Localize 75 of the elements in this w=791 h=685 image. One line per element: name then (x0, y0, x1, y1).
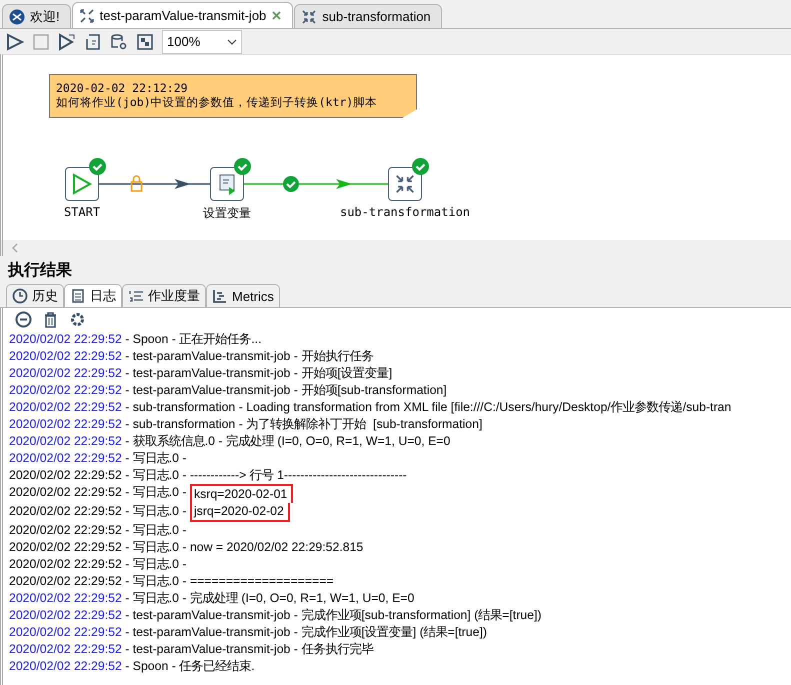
log-message: - test-paramValue-transmit-job - 任务执行完毕 (124, 641, 374, 658)
log-message: - test-paramValue-transmit-job - 开始项[设置变量] (124, 365, 392, 382)
editor-tab[interactable]: sub-transformation (294, 4, 442, 28)
panel-title: 执行结果 (6, 260, 73, 281)
log-timestamp: 2020/02/02 22:29:52 (9, 331, 122, 348)
log-timestamp: 2020/02/02 22:29:52 (9, 641, 122, 658)
run-icon[interactable] (6, 32, 24, 50)
layout-icon[interactable] (136, 32, 154, 50)
log-timestamp: 2020/02/02 22:29:52 (9, 416, 122, 433)
log-timestamp: 2020/02/02 22:29:52 (9, 484, 122, 501)
editor-tab[interactable]: 欢迎! (2, 4, 71, 28)
log-message: - 写日志.0 - 完成处理 (I=0, O=0, R=1, W=1, U=0, E=0 (124, 590, 414, 607)
log-timestamp: 2020/02/02 22:29:52 (9, 503, 122, 520)
play-icon (71, 173, 93, 195)
zoom-dropdown[interactable]: 100% (162, 30, 242, 54)
minus-circle-icon[interactable] (15, 311, 32, 328)
editor-tab[interactable]: test-paramValue-transmit-job (72, 2, 294, 28)
log-timestamp: 2020/02/02 22:29:52 (9, 365, 122, 382)
log-timestamp: 2020/02/02 22:29:52 (9, 607, 122, 624)
clock-icon (12, 288, 28, 304)
job-entry-node[interactable] (388, 167, 422, 201)
chevron-down-icon (227, 38, 237, 44)
log-timestamp: 2020/02/02 22:29:52 (9, 573, 122, 590)
log-timestamp: 2020/02/02 22:29:52 (9, 658, 122, 675)
highlighted-log-value: jsrq=2020-02-02 (190, 503, 290, 522)
log-timestamp: 2020/02/02 22:29:52 (9, 539, 122, 556)
database-search-icon[interactable] (110, 32, 128, 50)
log-message: - test-paramValue-transmit-job - 完成作业项[sub-transformation] (结果=[true]) (124, 607, 542, 624)
log-message: - 写日志.0 - now = 2020/02/02 22:29:52.815 (124, 539, 364, 556)
node-label: 设置变量 (203, 205, 251, 222)
log-timestamp: 2020/02/02 22:29:52 (9, 590, 122, 607)
close-icon[interactable] (271, 10, 282, 21)
numbered-list-icon (128, 288, 144, 304)
trash-icon[interactable] (42, 311, 59, 328)
log-timestamp: 2020/02/02 22:29:52 (9, 467, 122, 484)
log-message: - sub-transformation - 为了转换解除补丁开始 [sub-transformation] (124, 416, 482, 433)
log-message: - Spoon - 正在开始任务... (124, 331, 262, 348)
job-entry-node[interactable] (210, 167, 244, 201)
gantt-icon (212, 288, 228, 304)
log-timestamp: 2020/02/02 22:29:52 (9, 450, 122, 467)
log-message: - 写日志.0 - (124, 484, 188, 501)
script-icon[interactable] (84, 32, 102, 50)
log-message: - 写日志.0 - (124, 556, 187, 573)
log-message: - sub-transformation - Loading transformation from XML file [file:///C:/Users/hury/Desktop/作业参数传递/sub-tran (124, 399, 732, 416)
log-message: - 写日志.0 - (124, 503, 188, 520)
log-timestamp: 2020/02/02 22:29:52 (9, 433, 122, 450)
log-timestamp: 2020/02/02 22:29:52 (9, 382, 122, 399)
replay-icon[interactable] (58, 32, 76, 50)
results-tab[interactable]: 日志 (64, 284, 122, 307)
node-label: START (64, 205, 100, 219)
highlighted-log-value: ksrq=2020-02-01 (190, 484, 294, 503)
log-message: - 获取系统信息.0 - 完成处理 (I=0, O=0, R=1, W=1, U=0, E=0 (124, 433, 450, 450)
expand-arrows-icon (78, 8, 95, 24)
log-message: - test-paramValue-transmit-job - 完成作业项[设置变量] (结果=[true]) (124, 624, 487, 641)
log-message: - 写日志.0 - (124, 450, 187, 467)
results-tab[interactable]: Metrics (206, 284, 280, 307)
log-message: - test-paramValue-transmit-job - 开始执行任务 (124, 348, 374, 365)
log-timestamp: 2020/02/02 22:29:52 (9, 522, 122, 539)
log-message: - Spoon - 任务已经结束. (124, 658, 255, 675)
results-tab[interactable]: 作业度量 (122, 284, 206, 307)
log-timestamp: 2020/02/02 22:29:52 (9, 348, 122, 365)
log-message: - 写日志.0 - ==================== (124, 573, 334, 590)
node-label: sub-transformation (340, 205, 470, 219)
log-timestamp: 2020/02/02 22:29:52 (9, 556, 122, 573)
log-timestamp: 2020/02/02 22:29:52 (9, 399, 122, 416)
results-tab[interactable]: 历史 (6, 284, 64, 307)
note: 2020-02-02 22:12:29 如何将作业(job)中设置的参数值，传递到子转换(ktr)脚本 (49, 74, 417, 118)
log-timestamp: 2020/02/02 22:29:52 (9, 624, 122, 641)
collapse-arrows-icon (301, 8, 318, 24)
log-message: - 写日志.0 - (124, 522, 187, 539)
collapse-arrows-icon (394, 173, 416, 195)
log-message: - test-paramValue-transmit-job - 开始项[sub-transformation] (124, 382, 447, 399)
job-entry-node[interactable] (65, 167, 99, 201)
log-message: - 写日志.0 - ------------> 行号 1------------------------------ (124, 467, 407, 484)
document-icon (70, 288, 86, 304)
